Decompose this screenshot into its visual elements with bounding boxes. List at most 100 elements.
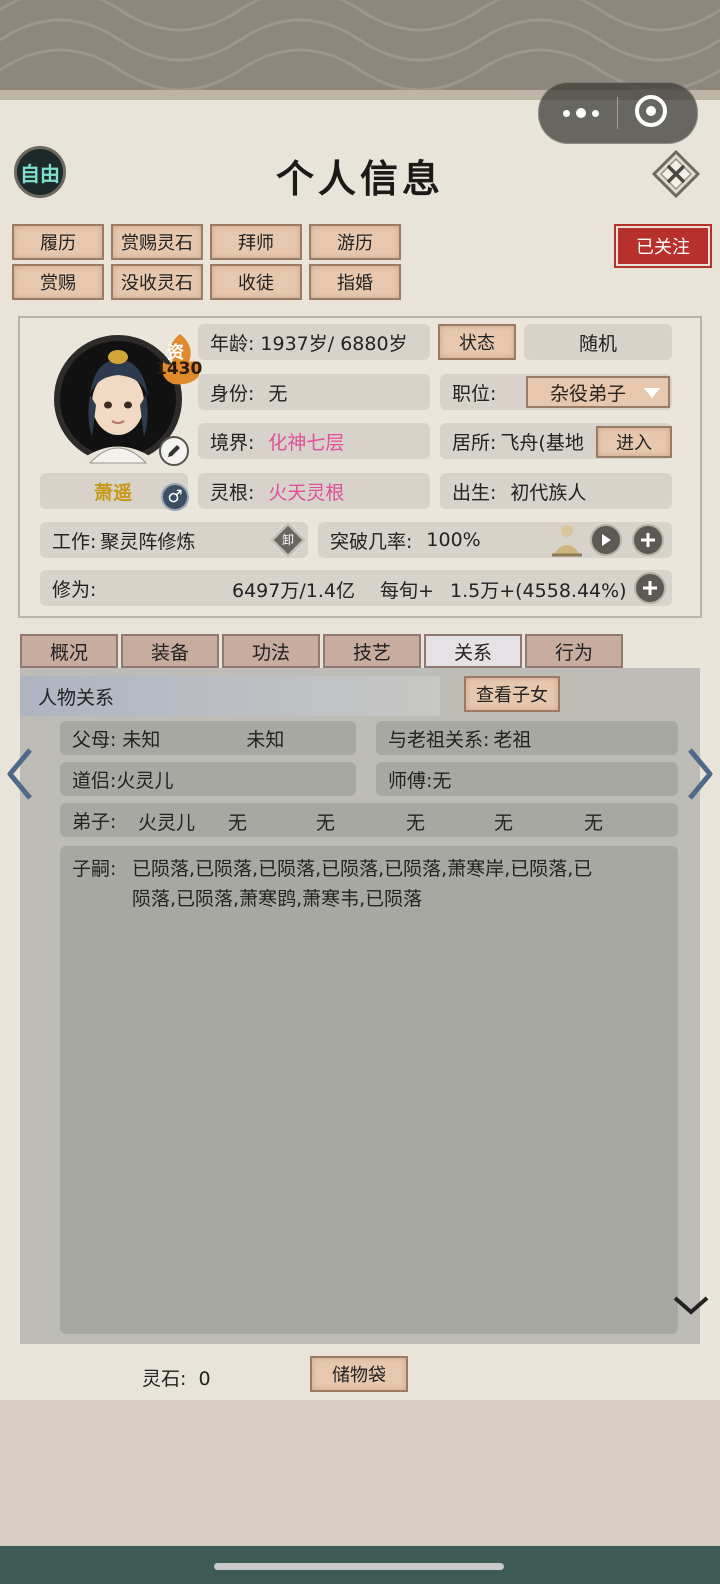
ancestor-value: 老祖 [493, 728, 532, 751]
view-children-button[interactable]: 查看子女 [464, 676, 560, 712]
travel-button[interactable]: 游历 [309, 224, 401, 260]
children-list-line-1: 已陨落,已陨落,已陨落,已陨落,已陨落,萧寒岸,已陨落,已 [132, 858, 593, 880]
parent-1: 未知 [122, 728, 161, 751]
realm-label: 境界: [210, 431, 255, 454]
breakthrough-value: 100% [426, 529, 481, 551]
residence-value: 飞舟(基地 [500, 431, 584, 454]
per-period-value: 1.5万+(4558.44%) [450, 580, 627, 602]
home-indicator[interactable] [214, 1563, 504, 1570]
reward-stones-button[interactable]: 赏赐灵石 [111, 224, 203, 260]
chevron-down-icon [644, 388, 660, 398]
next-character-button[interactable] [684, 746, 716, 802]
chevron-right-icon [688, 748, 713, 800]
breakthrough-label: 突破几率: [330, 530, 413, 553]
age-cell: 年龄: 1937岁/ 6880岁 [198, 324, 430, 360]
cultivation-label: 修为: [52, 578, 97, 601]
tab-overview[interactable]: 概况 [20, 634, 118, 668]
close-icon [651, 149, 701, 199]
pen-icon [168, 445, 180, 457]
take-disciple-button[interactable]: 收徒 [210, 264, 302, 300]
reward-button[interactable]: 赏赐 [12, 264, 104, 300]
position-value: 杂役弟子 [550, 382, 627, 405]
chevron-left-icon [7, 748, 32, 800]
master-label: 师傅: [388, 769, 433, 792]
resume-button[interactable]: 履历 [12, 224, 104, 260]
miniprogram-capsule [538, 82, 698, 144]
disciples-label: 弟子: [72, 810, 117, 833]
apprentice-button[interactable]: 拜师 [210, 224, 302, 260]
identity-label: 身份: [210, 382, 255, 405]
more-icon[interactable] [561, 103, 601, 123]
cultivation-plus-button[interactable] [634, 572, 666, 604]
children-list-line-2: 陨落,已陨落,萧寒鹍,萧寒韦,已陨落 [132, 888, 423, 910]
master-cell: 师傅: 无 [376, 762, 678, 796]
cultivation-cell: 修为: 6497万/1.4亿 每旬+ 1.5万+(4558.44%) [40, 570, 672, 606]
confiscate-stones-button[interactable]: 没收灵石 [111, 264, 203, 300]
children-cell: 子嗣: 已陨落,已陨落,已陨落,已陨落,已陨落,萧寒岸,已陨落,已 陨落,已陨落… [60, 846, 678, 1334]
disciple-4: 无 [406, 812, 426, 834]
parents-cell: 父母: 未知 未知 [60, 721, 356, 755]
chevron-down-icon [673, 1296, 709, 1315]
play-button[interactable] [590, 524, 622, 556]
tab-relations[interactable]: 关系 [424, 634, 522, 668]
master-value: 无 [432, 769, 452, 792]
partner-label: 道侣: [72, 769, 117, 792]
disciples-cell: 弟子: 火灵儿 无 无 无 无 无 [60, 803, 678, 837]
ancestor-label: 与老祖关系: [388, 728, 490, 751]
random-button[interactable]: 随机 [524, 324, 672, 360]
previous-character-button[interactable] [4, 746, 36, 802]
male-icon: ♂ [161, 483, 189, 511]
character-name: 萧遥 [94, 481, 133, 504]
plus-icon [641, 533, 655, 547]
identity-value: 无 [268, 382, 288, 405]
identity-cell: 身份: 无 [198, 374, 430, 410]
tab-crafts[interactable]: 技艺 [323, 634, 421, 668]
tab-behavior[interactable]: 行为 [525, 634, 623, 668]
position-label: 职位: [452, 382, 497, 405]
play-icon [602, 534, 611, 546]
close-button[interactable] [651, 149, 701, 199]
status-button[interactable]: 状态 [438, 324, 516, 360]
root-cell: 灵根: 火天灵根 [198, 473, 430, 509]
realm-value: 化神七层 [268, 431, 345, 454]
aptitude-value: 1430 [155, 359, 203, 379]
parents-label: 父母: [72, 728, 117, 751]
realm-cell: 境界: 化神七层 [198, 423, 430, 459]
storage-bag-button[interactable]: 储物袋 [310, 1356, 408, 1392]
capsule-divider [617, 97, 618, 129]
root-label: 灵根: [210, 481, 255, 504]
disciple-1: 火灵儿 [138, 812, 196, 834]
relations-section-title: 人物关系 [20, 676, 440, 716]
disciple-5: 无 [494, 812, 514, 834]
scroll-down-button[interactable] [672, 1292, 710, 1318]
tab-equipment[interactable]: 装备 [121, 634, 219, 668]
birth-cell: 出生: 初代族人 [440, 473, 672, 509]
edit-avatar-button[interactable] [159, 436, 189, 466]
work-label: 工作: [52, 530, 97, 553]
spirit-stone-label: 灵石: [142, 1368, 187, 1390]
arrange-marriage-button[interactable]: 指婚 [309, 264, 401, 300]
enter-button[interactable]: 进入 [596, 426, 672, 458]
ancestor-cell: 与老祖关系: 老祖 [376, 721, 678, 755]
root-value: 火天灵根 [268, 481, 345, 504]
exit-target-icon[interactable] [635, 95, 667, 127]
work-cell: 工作: 聚灵阵修炼 [40, 522, 308, 558]
disciple-6: 无 [584, 812, 604, 834]
tab-skills[interactable]: 功法 [222, 634, 320, 668]
children-label: 子嗣: [72, 858, 117, 880]
partner-cell: 道侣: 火灵儿 [60, 762, 356, 796]
page-title: 个人信息 [275, 156, 444, 201]
breakthrough-plus-button[interactable] [632, 524, 664, 556]
work-value: 聚灵阵修炼 [100, 530, 196, 553]
partner-value: 火灵儿 [116, 769, 174, 792]
meditation-figure-icon[interactable] [550, 522, 584, 558]
unload-label: 卸 [281, 533, 294, 547]
parent-2: 未知 [246, 728, 285, 751]
per-period-label: 每旬+ [380, 580, 434, 602]
followed-badge[interactable]: 已关注 [616, 226, 710, 266]
age-value: 1937岁/ 6880岁 [260, 332, 408, 355]
residence-label: 居所: [452, 431, 497, 454]
disciple-2: 无 [228, 812, 248, 834]
position-select[interactable]: 杂役弟子 [526, 376, 670, 408]
age-label: 年龄: [210, 332, 255, 355]
